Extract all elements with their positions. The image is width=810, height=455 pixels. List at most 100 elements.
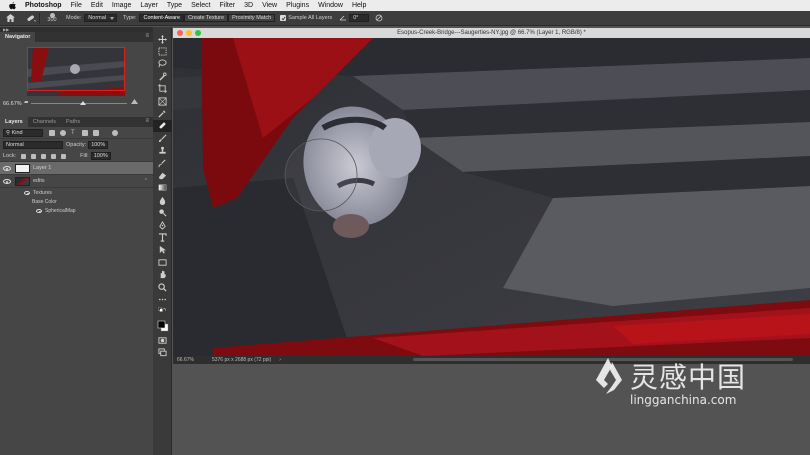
dodge-tool-icon[interactable] <box>153 206 172 218</box>
menu-edit[interactable]: Edit <box>91 0 103 11</box>
lock-image-pixels-icon[interactable] <box>31 153 37 159</box>
tab-navigator[interactable]: Navigator <box>0 32 36 42</box>
rectangle-tool-icon[interactable] <box>153 256 172 268</box>
zoom-out-mountain-icon[interactable] <box>24 100 28 103</box>
layers-tab-bar: Layers Channels Paths ≡ <box>0 117 153 127</box>
lock-label: Lock: <box>3 153 17 159</box>
lock-position-icon[interactable] <box>41 153 47 159</box>
visibility-eye-icon[interactable] <box>36 208 42 213</box>
sample-all-layers-checkbox[interactable] <box>280 15 287 21</box>
tab-channels[interactable]: Channels <box>28 117 61 127</box>
history-brush-tool-icon[interactable] <box>153 157 172 169</box>
lasso-tool-icon[interactable] <box>153 58 172 70</box>
layer-name[interactable]: Layer 1 <box>33 165 51 171</box>
frame-tool-icon[interactable] <box>153 95 172 107</box>
menu-image[interactable]: Image <box>112 0 131 11</box>
window-controls <box>177 30 204 36</box>
layer-row-layer-1[interactable]: Layer 1 <box>0 162 153 175</box>
tab-layers[interactable]: Layers <box>0 117 28 127</box>
navigator-zoom-slider[interactable] <box>31 101 127 105</box>
visibility-eye-icon[interactable] <box>24 190 30 195</box>
effect-base-color-row[interactable]: Base Color <box>0 197 153 206</box>
navigator-view-box[interactable] <box>27 47 125 91</box>
layer-row-edits[interactable]: edits ⌃ <box>0 175 153 188</box>
eyedropper-tool-icon[interactable] <box>153 107 172 119</box>
layer-kind-select[interactable]: ⚲ Kind <box>3 128 43 137</box>
type-tool-icon[interactable] <box>153 231 172 243</box>
eraser-tool-icon[interactable] <box>153 169 172 181</box>
close-window-button[interactable] <box>177 30 183 36</box>
layer-effects-chevron-icon[interactable]: ⌃ <box>144 178 148 184</box>
lock-all-icon[interactable] <box>61 153 67 159</box>
menu-filter[interactable]: Filter <box>220 0 236 11</box>
marquee-tool-icon[interactable] <box>153 45 172 57</box>
opacity-input[interactable]: 100% <box>88 141 109 149</box>
blend-mode-select[interactable]: Normal <box>3 141 63 149</box>
menu-help[interactable]: Help <box>352 0 366 11</box>
home-icon[interactable] <box>4 13 16 24</box>
clone-stamp-tool-icon[interactable] <box>153 145 172 157</box>
type-proximity-match-button[interactable]: Proximity Match <box>228 14 276 22</box>
lock-transparent-pixels-icon[interactable] <box>21 153 27 159</box>
image-canvas[interactable] <box>173 38 810 356</box>
layers-panel-menu-icon[interactable]: ≡ <box>145 118 149 124</box>
effect-textures-row[interactable]: Textures <box>0 188 153 197</box>
type-content-aware-button[interactable]: Content-Aware <box>139 14 185 22</box>
status-info-arrow-icon[interactable]: › <box>279 357 281 363</box>
more-tools-icon[interactable] <box>153 293 172 305</box>
menu-3d[interactable]: 3D <box>244 0 253 11</box>
navigator-panel-menu-icon[interactable]: ≡ <box>145 33 149 39</box>
navigator-thumbnail[interactable] <box>27 47 125 96</box>
minimize-window-button[interactable] <box>186 30 192 36</box>
filter-adjustment-layers-icon[interactable] <box>60 129 66 136</box>
fill-input[interactable]: 100% <box>90 152 111 160</box>
brush-size-picker[interactable]: 300 <box>44 13 60 23</box>
menu-window[interactable]: Window <box>318 0 343 11</box>
zoom-tool-icon[interactable] <box>153 281 172 293</box>
tab-paths[interactable]: Paths <box>61 117 85 127</box>
crop-tool-icon[interactable] <box>153 83 172 95</box>
zoom-slider-knob[interactable] <box>80 101 86 105</box>
menu-select[interactable]: Select <box>191 0 210 11</box>
move-tool-icon[interactable] <box>153 33 172 45</box>
pressure-size-icon[interactable] <box>375 14 383 22</box>
menu-plugins[interactable]: Plugins <box>286 0 309 11</box>
zoom-window-button[interactable] <box>195 30 201 36</box>
healing-brush-tool-icon[interactable] <box>153 119 172 133</box>
lock-artboard-icon[interactable] <box>51 153 57 159</box>
document-tab[interactable]: Esopus-Creek-Bridge---Saugerties-NY.jpg … <box>173 28 810 38</box>
layer-name[interactable]: edits <box>33 178 45 184</box>
menu-type[interactable]: Type <box>167 0 182 11</box>
visibility-eye-icon[interactable] <box>3 178 11 184</box>
filter-shape-layers-icon[interactable] <box>82 129 88 136</box>
zoom-in-mountain-icon[interactable] <box>131 99 138 104</box>
default-colors-icon[interactable] <box>153 306 172 318</box>
mode-select[interactable]: Normal <box>84 14 118 22</box>
filter-pixel-layers-icon[interactable] <box>49 129 55 136</box>
menu-view[interactable]: View <box>262 0 277 11</box>
blur-tool-icon[interactable] <box>153 194 172 206</box>
effect-spherical-map-row[interactable]: SphericalMap <box>0 206 153 215</box>
visibility-eye-icon[interactable] <box>3 165 11 171</box>
menu-file[interactable]: File <box>71 0 82 11</box>
hand-tool-icon[interactable] <box>153 268 172 280</box>
brush-tool-icon[interactable] <box>153 132 172 144</box>
navigator-zoom-value[interactable]: 66.67% <box>3 101 22 107</box>
apple-icon[interactable] <box>8 1 16 10</box>
angle-input[interactable]: 0° <box>349 14 370 22</box>
quick-mask-icon[interactable] <box>153 334 172 346</box>
quick-selection-tool-icon[interactable] <box>153 70 172 82</box>
filter-toggle-icon[interactable] <box>112 129 118 136</box>
path-selection-tool-icon[interactable] <box>153 244 172 256</box>
pen-tool-icon[interactable] <box>153 219 172 231</box>
screen-mode-icon[interactable] <box>153 346 172 358</box>
status-zoom[interactable]: 66.67% <box>177 357 194 363</box>
filter-smart-objects-icon[interactable] <box>93 129 99 136</box>
filter-type-layers-icon[interactable]: T <box>71 130 77 136</box>
foreground-background-color-swatches[interactable] <box>153 318 172 334</box>
gradient-tool-icon[interactable] <box>153 182 172 194</box>
type-create-texture-button[interactable]: Create Texture <box>184 14 229 22</box>
healing-brush-tool-preset-icon[interactable] <box>22 12 40 24</box>
menu-app-photoshop[interactable]: Photoshop <box>25 0 62 11</box>
menu-layer[interactable]: Layer <box>140 0 158 11</box>
